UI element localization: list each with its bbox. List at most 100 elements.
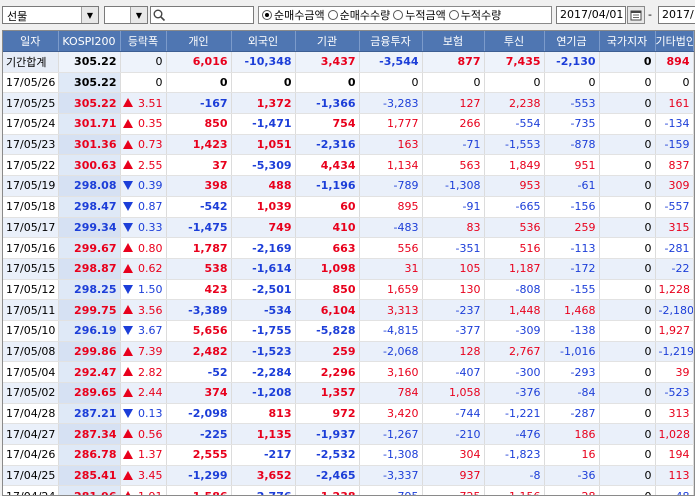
up-triangle-icon — [122, 346, 133, 356]
table-row[interactable]: 17/05/17 299.34 0.33 -1,475 749 410 -483 83 536 2… — [3, 217, 694, 239]
cell-value: 3,420 — [359, 403, 423, 425]
up-triangle-icon — [122, 388, 133, 397]
cell-value: 1,777 — [359, 113, 423, 135]
table-row[interactable]: 17/05/23 301.36 0.73 1,423 1,051 -2,316 163 -71… — [3, 134, 694, 156]
cell-value: 488 — [231, 175, 296, 197]
radio-dot[interactable] — [327, 10, 338, 20]
table-row[interactable]: 17/05/10 296.19 3.67 5,656 -1,755 -5,828 -4,81… — [3, 320, 694, 342]
chevron-down-icon[interactable]: ▼ — [81, 7, 98, 23]
column-header[interactable]: 국가지자 — [599, 31, 656, 52]
up-triangle-icon — [122, 470, 133, 480]
cell-value: -167 — [166, 92, 232, 115]
cell-value: 1,849 — [484, 154, 545, 177]
cell-kospi200: 298.47 — [58, 196, 121, 218]
table-row[interactable]: 17/05/04 292.47 2.82 -52 -2,284 2,296 3,160 -40… — [3, 361, 694, 383]
table-row[interactable]: 17/05/08 299.86 7.39 2,482 -1,523 259 -2,068 12… — [3, 341, 694, 363]
start-date-input[interactable]: 2017/04/01 — [556, 6, 626, 24]
cell-value: 813 — [231, 403, 296, 425]
table-row[interactable]: 17/05/24 301.71 0.35 850 -1,471 754 1,777 266 -5… — [3, 113, 694, 135]
column-header[interactable]: 일자 — [3, 31, 59, 52]
cell-kospi200: 287.21 — [58, 403, 121, 425]
cell-value: -138 — [544, 320, 600, 342]
change-value: 3.51 — [138, 96, 163, 110]
cell-value: 1,028 — [655, 423, 694, 446]
cell-value: 37 — [166, 154, 232, 177]
cell-value: -1,299 — [166, 465, 232, 487]
cell-value: -300 — [484, 361, 545, 383]
table-row[interactable]: 17/05/02 289.65 2.44 374 -1,208 1,357 784 1,058… — [3, 382, 694, 404]
chevron-down-icon[interactable]: ▼ — [130, 7, 147, 23]
column-header[interactable]: 금융투자 — [359, 31, 423, 52]
cell-value: -1,308 — [359, 444, 423, 466]
cell-value: -8 — [484, 465, 545, 487]
table-row[interactable]: 17/05/11 299.75 3.56 -3,389 -534 6,104 3,313 -2… — [3, 299, 694, 321]
table-row[interactable]: 17/05/19 298.08 0.39 398 488 -1,196 -789 -1,308… — [3, 175, 694, 197]
cell-value: 0 — [599, 444, 656, 466]
cell-value: 0 — [599, 175, 656, 197]
table-row[interactable]: 17/05/18 298.47 0.87 -542 1,039 60 895 -91 -665-… — [3, 196, 694, 218]
table-row[interactable]: 17/04/24281.96 1.911,586-2,7761,238-79572… — [3, 485, 694, 495]
cell-value: 1,187 — [484, 258, 545, 280]
sub-select[interactable]: ▼ — [104, 6, 148, 24]
cell-change: 0.35 — [120, 113, 167, 135]
column-header[interactable]: 연기금 — [544, 31, 600, 52]
table-row[interactable]: 17/04/26 286.78 1.37 2,555 -217 -2,532 -1,308 3… — [3, 444, 694, 466]
column-header[interactable]: 기타법인 — [655, 31, 694, 52]
radio-dot[interactable] — [262, 10, 272, 20]
radio-label: 누적금액 — [405, 9, 446, 22]
cell-value: 0 — [599, 465, 656, 487]
table-row[interactable]: 17/05/15 298.87 0.62 538 -1,614 1,098 31 105 1,1… — [3, 258, 694, 280]
calendar-icon[interactable] — [627, 6, 645, 24]
radio-dot[interactable] — [393, 10, 404, 20]
search-input[interactable] — [150, 6, 254, 24]
cell-value: 877 — [422, 51, 485, 73]
table-row[interactable]: 17/04/25 285.41 3.45 -1,299 3,652 -2,465 -3,33… — [3, 465, 694, 487]
table-row[interactable]: 17/04/27 287.34 0.56 -225 1,135 -1,937 -1,267-… — [3, 423, 694, 446]
radio-label: 순매수금액 — [274, 9, 325, 22]
table-row[interactable]: 17/04/28 287.21 0.13 -2,098 813 972 3,420 -744-… — [3, 403, 694, 425]
column-header[interactable]: KOSPI200 — [58, 31, 121, 52]
table-row[interactable]: 기간합계 305.22 0 6,016 -10,348 3,437 -3,544 877 7,4… — [3, 51, 694, 73]
end-date-input[interactable]: 2017/ — [658, 6, 695, 24]
table-row[interactable]: 17/05/26 305.22 0 0 0 0 0 0 0 0 0 0 — [3, 72, 694, 94]
column-header[interactable]: 기관 — [295, 31, 360, 52]
table-row[interactable]: 17/05/12 298.25 1.50 423 -2,501 850 1,659 130 -8… — [3, 279, 694, 301]
column-header[interactable]: 등락폭 — [120, 31, 167, 52]
cell-value: 127 — [422, 92, 485, 115]
table-row[interactable]: 17/05/25 305.22 3.51 -167 1,372 -1,366 -3,283 1… — [3, 92, 694, 115]
radio-net-buy-amount[interactable]: 순매수금액 — [262, 7, 325, 23]
cell-value: 3,313 — [359, 299, 423, 321]
cell-value: -553 — [544, 92, 600, 115]
investor-trading-grid[interactable]: 일자 KOSPI200 등락폭 개인 외국인 기관 금융투자 보험 투신 연기금 국가지자 기타법인 … — [2, 30, 695, 496]
cell-value: 266 — [422, 113, 485, 135]
radio-cumulative-amount[interactable]: 누적금액 — [393, 7, 446, 23]
table-row[interactable]: 17/05/22 300.63 2.55 37 -5,309 4,434 1,134 563 1… — [3, 154, 694, 177]
radio-cumulative-quantity[interactable]: 누적수량 — [448, 7, 501, 23]
radio-net-buy-quantity[interactable]: 순매수수량 — [327, 7, 390, 23]
cell-kospi200: 296.19 — [58, 320, 121, 342]
cell-value: -281 — [655, 237, 694, 259]
cell-kospi200: 299.75 — [58, 299, 121, 321]
cell-value: -1,308 — [422, 175, 485, 197]
column-header[interactable]: 투신 — [484, 31, 545, 52]
cell-change: 2.44 — [120, 382, 167, 404]
cell-value: 0 — [599, 92, 656, 115]
cell-value: 3,652 — [231, 465, 296, 487]
up-triangle-icon — [122, 305, 133, 315]
cell-date: 17/05/22 — [3, 154, 59, 177]
market-select[interactable]: 선물 ▼ — [2, 6, 99, 24]
cell-value: 0 — [599, 154, 656, 177]
cell-value: 0 — [599, 341, 656, 363]
cell-kospi200: 305.22 — [58, 72, 121, 94]
radio-dot[interactable] — [448, 10, 459, 20]
column-header[interactable]: 개인 — [166, 31, 232, 52]
cell-kospi200: 299.67 — [58, 237, 121, 259]
change-value: 3.67 — [138, 324, 163, 338]
search-icon[interactable] — [152, 8, 166, 22]
cell-value: 410 — [295, 217, 360, 239]
table-row[interactable]: 17/05/16 299.67 0.80 1,787 -2,169 663 556 -351 5… — [3, 237, 694, 259]
column-header[interactable]: 보험 — [422, 31, 485, 52]
column-header[interactable]: 외국인 — [231, 31, 296, 52]
cell-value: -665 — [484, 196, 545, 218]
cell-value: -789 — [359, 175, 423, 197]
